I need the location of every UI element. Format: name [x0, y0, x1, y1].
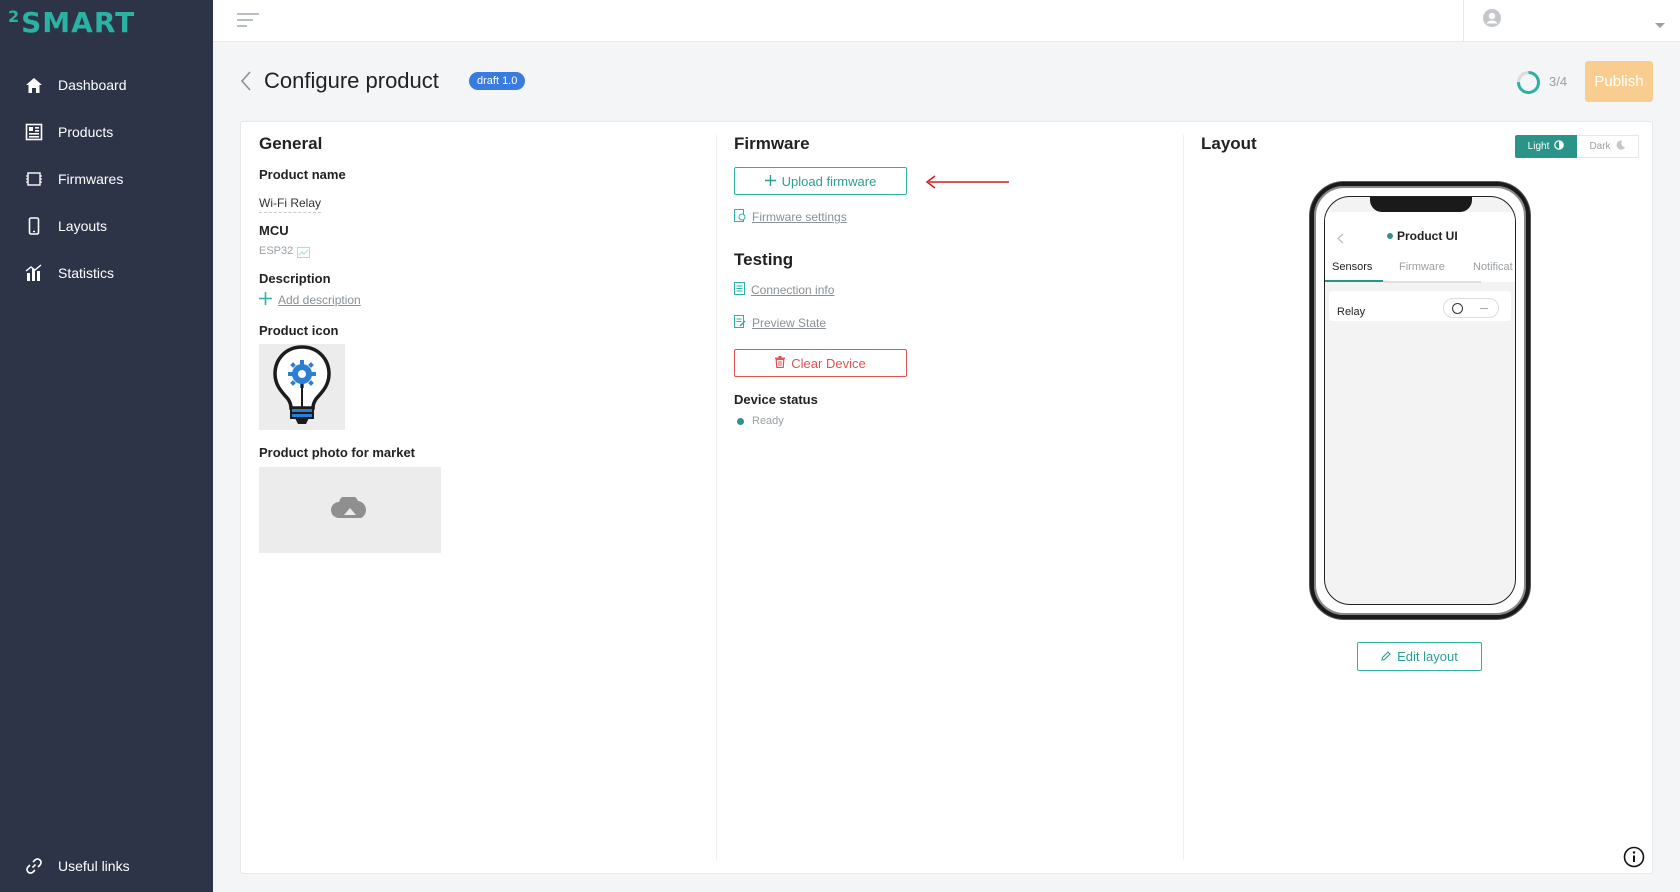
- cloud-upload-icon: [330, 494, 370, 524]
- progress-ring-icon: [1516, 70, 1541, 100]
- sidebar-item-statistics[interactable]: Statistics: [0, 253, 213, 293]
- info-icon[interactable]: [1623, 846, 1645, 873]
- theme-dark-button[interactable]: Dark: [1577, 135, 1639, 158]
- clear-device-label: Clear Device: [791, 355, 866, 371]
- preview-state-link[interactable]: Preview State: [734, 315, 826, 331]
- page-title: Configure product: [264, 68, 439, 93]
- sidebar-item-label: Statistics: [58, 265, 115, 281]
- sidebar-item-label: Useful links: [58, 858, 130, 874]
- edit-icon[interactable]: [297, 245, 310, 263]
- half-circle-icon: [1554, 140, 1565, 153]
- phone-tab-notifications: Notificat: [1473, 261, 1513, 273]
- link-icon: [24, 856, 44, 876]
- layouts-icon: [24, 216, 44, 236]
- layout-heading: Layout: [1201, 134, 1257, 153]
- pencil-icon: [1381, 649, 1391, 664]
- settings-doc-icon: [734, 209, 746, 225]
- general-heading: General: [259, 134, 323, 153]
- phone-preview: Product UI Sensors Firmware Notificat Re…: [1310, 182, 1530, 619]
- product-photo-label: Product photo for market: [259, 445, 416, 460]
- publish-button[interactable]: Publish: [1585, 61, 1653, 102]
- sidebar-item-label: Dashboard: [58, 77, 127, 93]
- phone-notch: [1370, 197, 1472, 212]
- device-status-value: Ready: [752, 415, 784, 427]
- plus-icon: [764, 174, 776, 189]
- add-description-link[interactable]: Add description: [259, 292, 361, 308]
- progress-text: 3/4: [1549, 74, 1568, 89]
- firmware-settings-link[interactable]: Firmware settings: [734, 209, 847, 225]
- status-dot-icon: [737, 418, 744, 425]
- mcu-label: MCU: [259, 223, 289, 238]
- moon-icon: [1616, 140, 1626, 153]
- home-icon: [24, 75, 44, 95]
- mcu-value: ESP32: [259, 245, 294, 257]
- phone-screen: Product UI Sensors Firmware Notificat Re…: [1324, 196, 1516, 605]
- upload-firmware-label: Upload firmware: [781, 173, 877, 189]
- product-name-label: Product name: [259, 167, 346, 182]
- version-badge: draft 1.0: [469, 72, 526, 90]
- phone-tab-firmware: Firmware: [1399, 261, 1445, 273]
- edit-layout-label: Edit layout: [1397, 649, 1458, 664]
- product-name-value[interactable]: Wi-Fi Relay: [259, 196, 321, 213]
- phone-title-text: Product UI: [1397, 229, 1458, 243]
- sidebar-item-dashboard[interactable]: Dashboard: [0, 65, 213, 105]
- theme-dark-label: Dark: [1589, 141, 1611, 152]
- phone-tab-sensors: Sensors: [1332, 261, 1373, 273]
- theme-toggle: Light Dark: [1515, 135, 1639, 158]
- document-icon: [734, 282, 745, 298]
- connection-info-link[interactable]: Connection info: [734, 282, 834, 298]
- annotation-arrow: [925, 175, 1009, 194]
- toggle-off-mark: [1480, 308, 1488, 309]
- trash-icon: [775, 355, 786, 371]
- back-arrow-icon: [1337, 231, 1344, 249]
- sidebar-item-label: Layouts: [58, 218, 108, 234]
- sidebar-item-products[interactable]: Products: [0, 112, 213, 152]
- firmware-settings-label: Firmware settings: [752, 210, 847, 224]
- sidebar: 2SMART Dashboard Products Firmwares Layo…: [0, 0, 213, 892]
- upload-firmware-button[interactable]: Upload firmware: [734, 167, 907, 195]
- sidebar-item-layouts[interactable]: Layouts: [0, 206, 213, 246]
- products-icon: [24, 122, 44, 142]
- status-dot-icon: [1387, 233, 1393, 239]
- preview-state-label: Preview State: [752, 316, 827, 330]
- relay-label: Relay: [1337, 306, 1366, 318]
- chevron-down-icon: [1654, 16, 1666, 34]
- lightbulb-icon: [271, 344, 333, 431]
- sidebar-item-label: Products: [58, 124, 114, 140]
- clear-device-button[interactable]: Clear Device: [734, 349, 907, 377]
- relay-toggle: [1443, 298, 1499, 318]
- phone-title: Product UI: [1387, 229, 1458, 243]
- add-description-label: Add description: [278, 293, 361, 307]
- app-logo[interactable]: 2SMART: [8, 6, 135, 39]
- sidebar-item-useful-links[interactable]: Useful links: [0, 846, 213, 886]
- sidebar-item-firmwares[interactable]: Firmwares: [0, 159, 213, 199]
- device-status-label: Device status: [734, 392, 818, 407]
- column-divider: [1183, 135, 1184, 860]
- plus-icon: [259, 292, 272, 308]
- edit-layout-button[interactable]: Edit layout: [1357, 642, 1482, 671]
- connection-info-label: Connection info: [751, 283, 835, 297]
- sidebar-item-label: Firmwares: [58, 171, 124, 187]
- product-photo-upload[interactable]: [259, 467, 441, 553]
- product-icon-upload[interactable]: [259, 344, 345, 430]
- statistics-icon: [24, 263, 44, 283]
- product-icon-label: Product icon: [259, 323, 339, 338]
- user-menu[interactable]: [1463, 0, 1680, 42]
- menu-toggle-icon[interactable]: [237, 12, 261, 28]
- testing-heading: Testing: [734, 250, 794, 269]
- firmware-heading: Firmware: [734, 134, 810, 153]
- description-label: Description: [259, 271, 331, 286]
- toggle-knob-icon: [1452, 303, 1463, 314]
- theme-light-button[interactable]: Light: [1515, 135, 1577, 158]
- user-avatar-icon: [1482, 8, 1502, 33]
- top-bar: [213, 0, 1680, 42]
- column-divider: [716, 135, 717, 860]
- firmwares-icon: [24, 169, 44, 189]
- theme-light-label: Light: [1527, 141, 1550, 152]
- back-arrow-icon[interactable]: [240, 70, 252, 97]
- preview-doc-icon: [734, 315, 746, 331]
